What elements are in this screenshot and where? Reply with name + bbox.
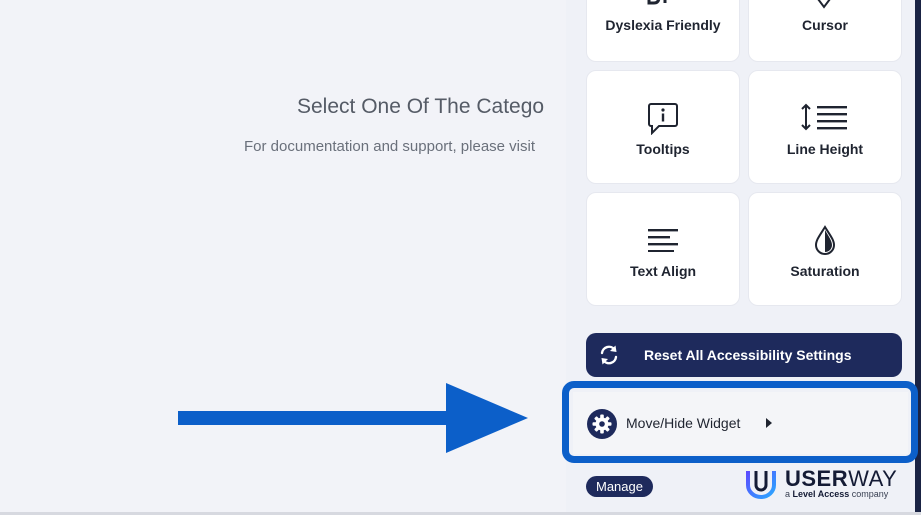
tagline-suffix: company [851,489,889,499]
reset-button-label: Reset All Accessibility Settings [644,347,852,363]
cursor-icon [817,0,831,9]
tagline-bold: Level Access [792,489,850,499]
page-headline: Select One Of The Catego [297,95,545,118]
tile-label: Dyslexia Friendly [605,17,721,33]
userway-logo-icon [746,471,776,499]
tile-tooltips[interactable]: Tooltips [586,70,740,184]
refresh-icon [600,345,618,365]
manage-button[interactable]: Manage [586,476,653,497]
tile-text-align[interactable]: Text Align [586,192,740,306]
tagline-prefix: a [785,489,791,499]
text-align-icon [648,229,678,252]
tile-label: Saturation [790,263,860,279]
tile-line-height[interactable]: Line Height [748,70,902,184]
tile-label: Tooltips [636,141,690,157]
tile-label: Text Align [629,263,697,279]
annotation-highlight-box [562,381,918,463]
droplet-icon [814,225,836,255]
userway-logo: USERWAY a Level Access company [745,466,905,503]
brand-light: WAY [848,466,898,491]
tile-label: Line Height [786,141,864,157]
brand-tagline: a Level Access company [785,489,888,499]
dyslexia-font-icon [647,0,667,5]
reset-all-settings-button[interactable]: Reset All Accessibility Settings [586,333,902,377]
tile-label: Cursor [802,17,848,33]
tile-saturation[interactable]: Saturation [748,192,902,306]
page-subtext: For documentation and support, please vi… [244,138,535,155]
annotation-arrow [178,383,528,453]
line-height-icon [801,103,847,131]
tile-cursor[interactable]: Cursor [748,0,902,62]
tooltip-icon [648,103,678,135]
tile-dyslexia-friendly[interactable]: Dyslexia Friendly [586,0,740,62]
brand-bold: USER [785,466,849,491]
